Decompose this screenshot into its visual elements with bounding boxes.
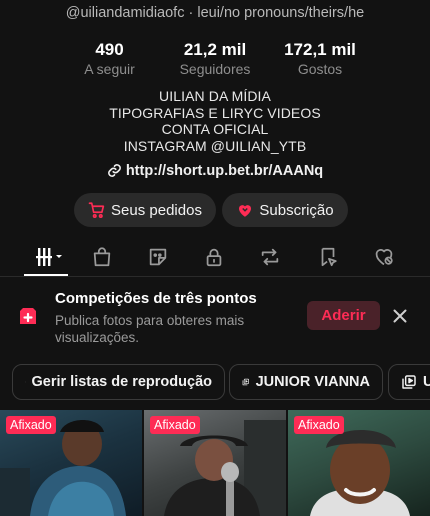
- bio-line: TIPOGRAFIAS E LIRYC VIDEOS: [109, 104, 321, 121]
- subscription-icon: [239, 205, 252, 217]
- shop-bag-icon: [93, 247, 111, 267]
- profile-bio: UILIAN DA MÍDIA TIPOGRAFIAS E LIRYC VIDE…: [0, 88, 430, 154]
- videos-grid-icon: [36, 248, 62, 266]
- followers-label: Seguidores: [179, 61, 251, 77]
- video-tile[interactable]: Afixado: [0, 410, 142, 516]
- stat-following[interactable]: 490 A seguir: [62, 40, 157, 78]
- manage-playlists-label: Gerir listas de reprodução: [31, 374, 212, 390]
- video-grid: Afixado Afixado Afixado: [0, 410, 430, 516]
- pinned-badge: Afixado: [6, 416, 56, 434]
- subscription-label: Subscrição: [259, 201, 334, 219]
- likes-label: Gostos: [297, 61, 343, 77]
- join-button[interactable]: Aderir: [307, 301, 380, 330]
- followers-count: 21,2 mil: [183, 40, 247, 59]
- bio-line: CONTA OFICIAL: [161, 121, 269, 137]
- pinned-badge: Afixado: [294, 416, 344, 434]
- bio-line: INSTAGRAM @UILIAN_YTB: [123, 137, 307, 154]
- sticker-icon: [149, 248, 167, 266]
- tab-favorites[interactable]: [311, 242, 345, 272]
- playlist-icon: [402, 375, 416, 389]
- orders-label: Seus pedidos: [111, 201, 202, 219]
- promo-banner[interactable]: Competições de três pontos Publica fotos…: [0, 278, 430, 354]
- playlist-chip-next[interactable]: U: [388, 364, 430, 400]
- repost-icon: [261, 248, 279, 266]
- tab-shop[interactable]: [85, 242, 119, 272]
- video-tile[interactable]: Afixado: [288, 410, 430, 516]
- tab-liked[interactable]: [367, 242, 401, 272]
- playlist-chip-junior-vianna[interactable]: JUNIOR VIANNA: [229, 364, 383, 400]
- shopping-cart-icon: [88, 202, 105, 219]
- stat-followers[interactable]: 21,2 mil Seguidores: [166, 40, 264, 78]
- profile-tabs: [0, 242, 430, 276]
- playlist-icon: [242, 378, 249, 386]
- subscription-button[interactable]: Subscrição: [222, 193, 348, 227]
- upload-challenge-icon: [20, 308, 36, 324]
- playlist-label: U: [423, 374, 430, 390]
- profile-stats: 490 A seguir 21,2 mil Seguidores 172,1 m…: [0, 40, 430, 80]
- tab-stickers[interactable]: [141, 242, 175, 272]
- tab-reposts[interactable]: [253, 242, 287, 272]
- pinned-badge: Afixado: [150, 416, 200, 434]
- manage-playlists-chip[interactable]: Gerir listas de reprodução: [12, 364, 225, 400]
- likes-count: 172,1 mil: [284, 40, 356, 59]
- promo-title: Competições de três pontos: [55, 290, 257, 307]
- lock-icon: [206, 248, 222, 267]
- stat-likes[interactable]: 172,1 mil Gostos: [270, 40, 370, 78]
- link-icon: [107, 164, 121, 177]
- bio-line: UILIAN DA MÍDIA: [159, 88, 271, 104]
- promo-description: Publica fotos para obteres mais visualiz…: [55, 313, 245, 345]
- close-icon[interactable]: [391, 307, 409, 325]
- profile-link[interactable]: http://short.up.bet.br/AAANq: [0, 163, 430, 179]
- favorites-icon: [321, 247, 337, 267]
- liked-icon: [375, 249, 393, 266]
- orders-button[interactable]: Seus pedidos: [74, 193, 216, 227]
- playlist-chips: Gerir listas de reprodução JUNIOR VIANNA…: [0, 364, 430, 400]
- tabs-divider: [0, 276, 430, 277]
- tab-videos[interactable]: [28, 242, 68, 272]
- profile-link-text: http://short.up.bet.br/AAANq: [125, 163, 324, 179]
- following-label: A seguir: [84, 61, 135, 77]
- profile-handle-line: @uiliandamidiaofc · leui/no pronouns/the…: [65, 5, 365, 21]
- following-count: 490: [95, 40, 124, 59]
- tab-private[interactable]: [197, 242, 231, 272]
- video-tile[interactable]: Afixado: [144, 410, 286, 516]
- playlist-label: JUNIOR VIANNA: [255, 374, 370, 390]
